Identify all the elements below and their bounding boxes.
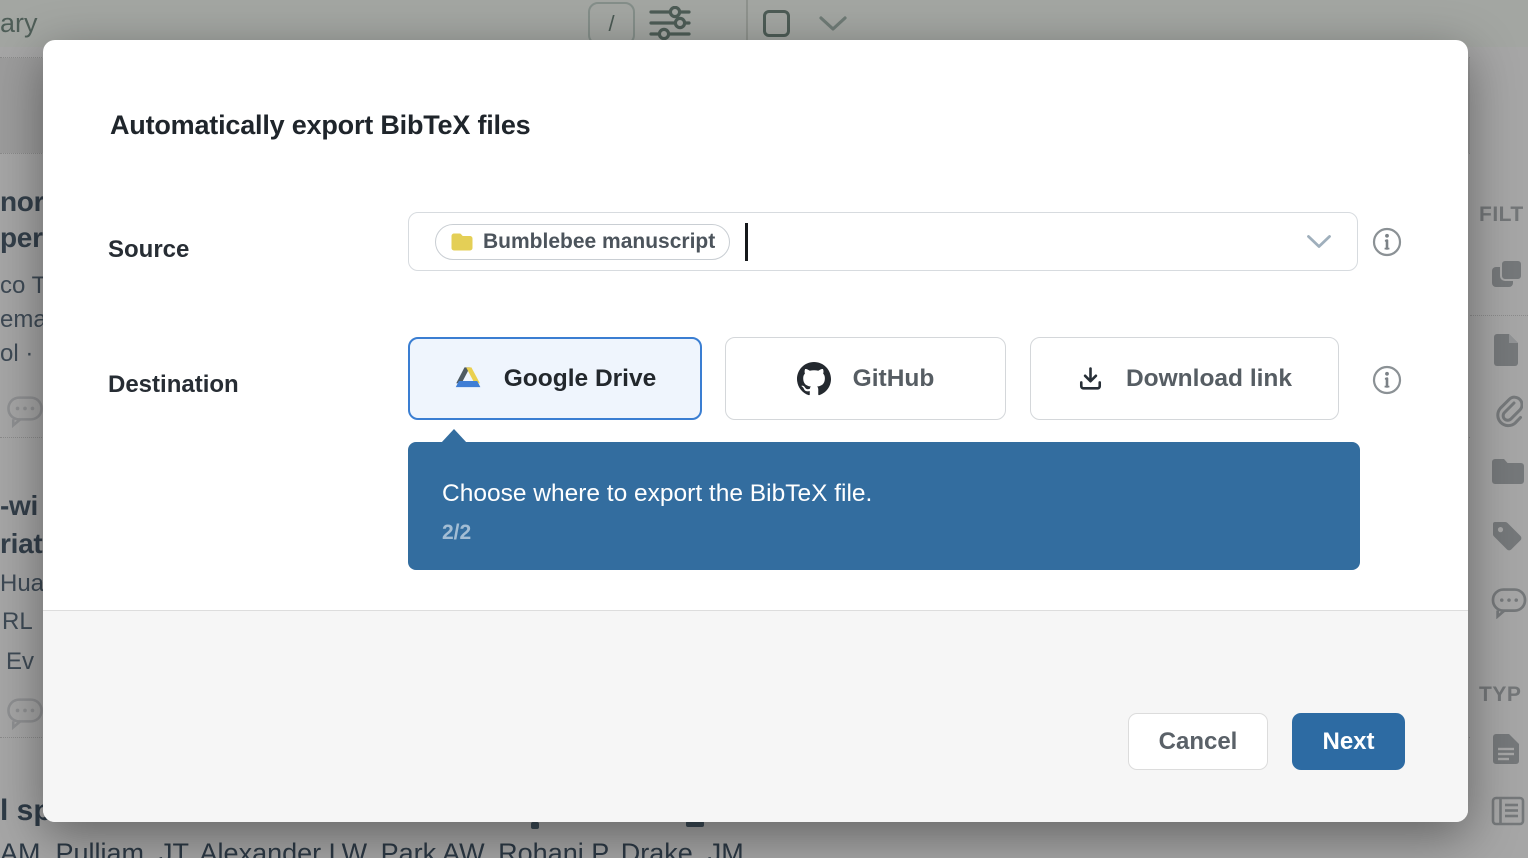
types-section-label: TYP [1479, 683, 1521, 707]
reference-title-fragment: nor [0, 188, 44, 216]
chevron-down-icon[interactable] [1306, 234, 1332, 255]
attachment-filter-icon[interactable] [1491, 394, 1523, 433]
tour-tooltip-message: Choose where to export the BibTeX file. [442, 480, 1326, 508]
source-info-icon[interactable] [1371, 226, 1403, 258]
next-button[interactable]: Next [1292, 713, 1405, 770]
source-folder-chip-label: Bumblebee manuscript [483, 230, 715, 254]
source-label: Source [108, 236, 189, 264]
destination-github-button[interactable]: GitHub [725, 337, 1006, 420]
slash-key-label: / [608, 11, 614, 37]
article-type-icon[interactable] [1491, 733, 1521, 770]
reference-meta-fragment: Hua [0, 572, 44, 596]
comment-bubble-icon [6, 396, 44, 433]
divider [1470, 315, 1528, 316]
document-filter-icon[interactable] [1491, 333, 1521, 372]
chevron-down-icon[interactable] [818, 14, 848, 37]
toolbar-divider [746, 0, 748, 42]
library-title-fragment: ary [0, 8, 38, 39]
github-label: GitHub [853, 365, 935, 393]
reference-title-fragment: -wi [0, 492, 38, 520]
folder-filter-icon[interactable] [1491, 457, 1525, 490]
select-all-checkbox[interactable] [763, 10, 790, 37]
dialog-footer: Cancel Next [43, 610, 1468, 822]
tag-filter-icon[interactable] [1491, 520, 1523, 557]
text-fragment [531, 822, 539, 829]
authors-line: AM, Pulliam, JT, Alexander LW, Park AW, … [0, 838, 744, 858]
reference-meta-fragment: Ev [6, 650, 34, 674]
comments-filter-icon[interactable] [1491, 588, 1527, 624]
tour-step-counter: 2/2 [442, 521, 1326, 545]
search-shortcut-button[interactable]: / [588, 2, 635, 45]
reference-meta-fragment: ol · [0, 342, 33, 366]
dialog-title: Automatically export BibTeX files [110, 110, 531, 141]
reference-meta-fragment: ema [0, 308, 47, 332]
filters-section-label: FILT [1479, 203, 1524, 227]
duplicates-filter-icon[interactable] [1491, 258, 1524, 295]
reference-meta-fragment: co T [0, 274, 46, 298]
github-icon [797, 362, 831, 396]
destination-info-icon[interactable] [1371, 364, 1403, 396]
reference-meta-fragment: RL [2, 610, 33, 634]
destination-download-link-button[interactable]: Download link [1030, 337, 1339, 420]
journal-type-icon[interactable] [1491, 796, 1525, 831]
download-icon [1077, 365, 1104, 392]
app-screen: ary / nor per co T ema ol · [0, 0, 1528, 858]
google-drive-icon [454, 366, 482, 391]
text-cursor [745, 223, 748, 261]
tour-tooltip: Choose where to export the BibTeX file. … [408, 442, 1360, 570]
comment-bubble-icon [6, 698, 44, 735]
reference-title-fragment: per [0, 224, 43, 252]
destination-google-drive-button[interactable]: Google Drive [408, 337, 702, 420]
google-drive-label: Google Drive [504, 365, 656, 393]
download-link-label: Download link [1126, 365, 1292, 393]
cancel-button[interactable]: Cancel [1128, 713, 1268, 770]
folder-icon [450, 232, 474, 252]
export-bibtex-dialog: Automatically export BibTeX files Source… [43, 40, 1468, 822]
destination-label: Destination [108, 371, 239, 399]
source-field[interactable]: Bumblebee manuscript [408, 212, 1358, 271]
source-folder-chip[interactable]: Bumblebee manuscript [435, 224, 730, 260]
reference-title-fragment: riat [0, 530, 42, 558]
